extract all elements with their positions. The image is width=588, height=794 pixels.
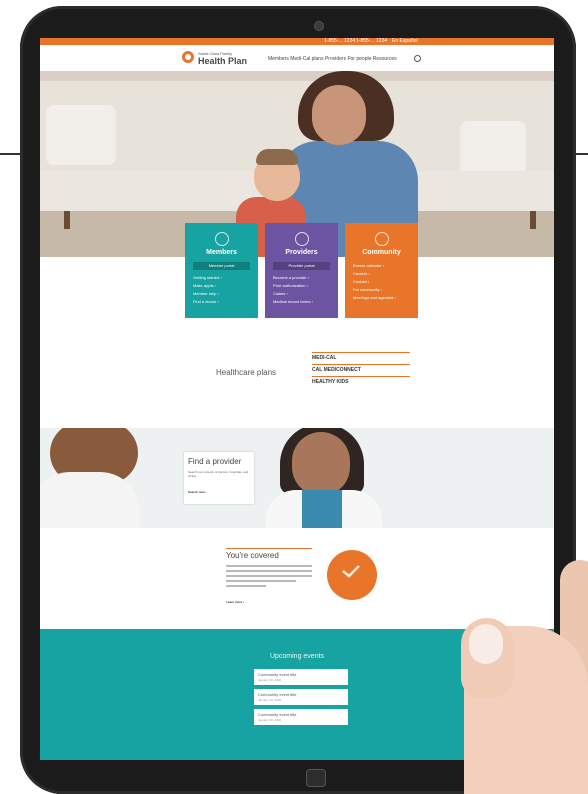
- providers-card-title: Providers: [285, 249, 318, 256]
- camera-icon: [314, 21, 324, 31]
- thumbnail: [469, 624, 503, 664]
- sofa-pillow-left: [46, 105, 116, 165]
- member-portal-button[interactable]: Member portal: [193, 262, 250, 270]
- plan-divider: [312, 376, 410, 377]
- members-link[interactable]: Member help ›: [193, 291, 219, 296]
- members-link[interactable]: Make appts ›: [193, 283, 216, 288]
- logo-icon[interactable]: [182, 51, 194, 63]
- covered-text-line: [226, 570, 312, 572]
- event-date: January 00, 2020: [258, 698, 282, 702]
- covered-text-line: [226, 575, 312, 577]
- providers-icon: [295, 232, 309, 246]
- utility-link-phone-2[interactable]: 1-855-... 1234: [356, 38, 387, 45]
- covered-title: You're covered: [226, 551, 279, 560]
- doctor-face: [292, 432, 350, 496]
- doctor-scrubs: [302, 490, 342, 528]
- main-navigation[interactable]: Members Medi-Cal plans Providers For peo…: [268, 56, 397, 62]
- members-link[interactable]: Find a doctor ›: [193, 299, 219, 304]
- providers-link[interactable]: Become a provider ›: [273, 275, 309, 280]
- providers-link[interactable]: Claims ›: [273, 291, 288, 296]
- plan-link-healthy-kids[interactable]: HEALTHY KIDS: [312, 379, 348, 385]
- community-link[interactable]: For community ›: [353, 287, 382, 292]
- find-provider-link[interactable]: Search now ›: [188, 490, 207, 494]
- plan-divider: [312, 352, 410, 353]
- event-label: Community event title: [258, 692, 297, 697]
- covered-text-line: [226, 565, 312, 567]
- sofa-pillow-right: [460, 121, 526, 175]
- covered-text-line: [226, 585, 266, 587]
- members-card-title: Members: [206, 249, 237, 256]
- plan-link-medi-cal[interactable]: MEDI-CAL: [312, 355, 336, 361]
- site-header: Santa Clara Family Health Plan Members M…: [40, 45, 554, 71]
- utility-link-language[interactable]: En Español: [392, 38, 418, 45]
- event-date: January 00, 2020: [258, 678, 282, 682]
- event-label: Community event title: [258, 672, 297, 677]
- providers-link[interactable]: Medical record forms ›: [273, 299, 313, 304]
- community-link[interactable]: Contact ›: [353, 279, 369, 284]
- plan-divider: [312, 364, 410, 365]
- community-link[interactable]: Meetings and agendas ›: [353, 295, 396, 300]
- members-icon: [215, 232, 229, 246]
- community-link[interactable]: Careers ›: [353, 271, 370, 276]
- child-hair: [256, 149, 298, 165]
- event-date: January 00, 2020: [258, 718, 282, 722]
- search-icon[interactable]: [414, 55, 421, 62]
- members-link[interactable]: Getting started ›: [193, 275, 222, 280]
- event-label: Community event title: [258, 712, 297, 717]
- healthcare-plans-heading: Healthcare plans: [216, 368, 277, 377]
- event-card[interactable]: Community event title January 00, 2020: [254, 689, 348, 705]
- members-card[interactable]: Members Member portal Getting started › …: [185, 223, 258, 318]
- backdrop-line-left: [0, 153, 22, 155]
- community-link[interactable]: Events calendar ›: [353, 263, 384, 268]
- utility-link-phone-1[interactable]: 1-855-... 1234: [324, 38, 355, 45]
- logo-title[interactable]: Health Plan: [198, 56, 247, 66]
- find-provider-box: Find a provider Search our network of do…: [184, 452, 254, 504]
- mother-face: [312, 85, 366, 145]
- providers-card[interactable]: Providers Provider portal Become a provi…: [265, 223, 338, 318]
- find-provider-text: Search our network of doctors, hospitals…: [188, 470, 249, 478]
- backdrop-line-right: [574, 153, 588, 155]
- checkmark-icon: [342, 565, 360, 578]
- patient-shoulder: [40, 472, 140, 528]
- providers-link[interactable]: Prior authorization ›: [273, 283, 308, 288]
- community-icon: [375, 232, 389, 246]
- covered-divider: [226, 548, 312, 549]
- utility-bar: 1-855-... 1234 1-855-... 1234 En Español: [40, 38, 554, 45]
- provider-portal-button[interactable]: Provider portal: [273, 262, 330, 270]
- covered-text-line: [226, 580, 296, 582]
- sofa-leg: [530, 211, 536, 229]
- find-provider-banner: [40, 428, 554, 528]
- community-card[interactable]: Community Events calendar › Careers › Co…: [345, 223, 418, 318]
- sofa-leg: [64, 211, 70, 229]
- plan-link-cal-mediconnect[interactable]: CAL MEDICONNECT: [312, 367, 361, 373]
- find-provider-title: Find a provider: [188, 457, 242, 466]
- event-card[interactable]: Community event title January 00, 2020: [254, 669, 348, 685]
- community-card-title: Community: [362, 249, 401, 256]
- event-card[interactable]: Community event title January 00, 2020: [254, 709, 348, 725]
- covered-link[interactable]: Learn more ›: [226, 600, 244, 604]
- home-button[interactable]: [306, 769, 326, 787]
